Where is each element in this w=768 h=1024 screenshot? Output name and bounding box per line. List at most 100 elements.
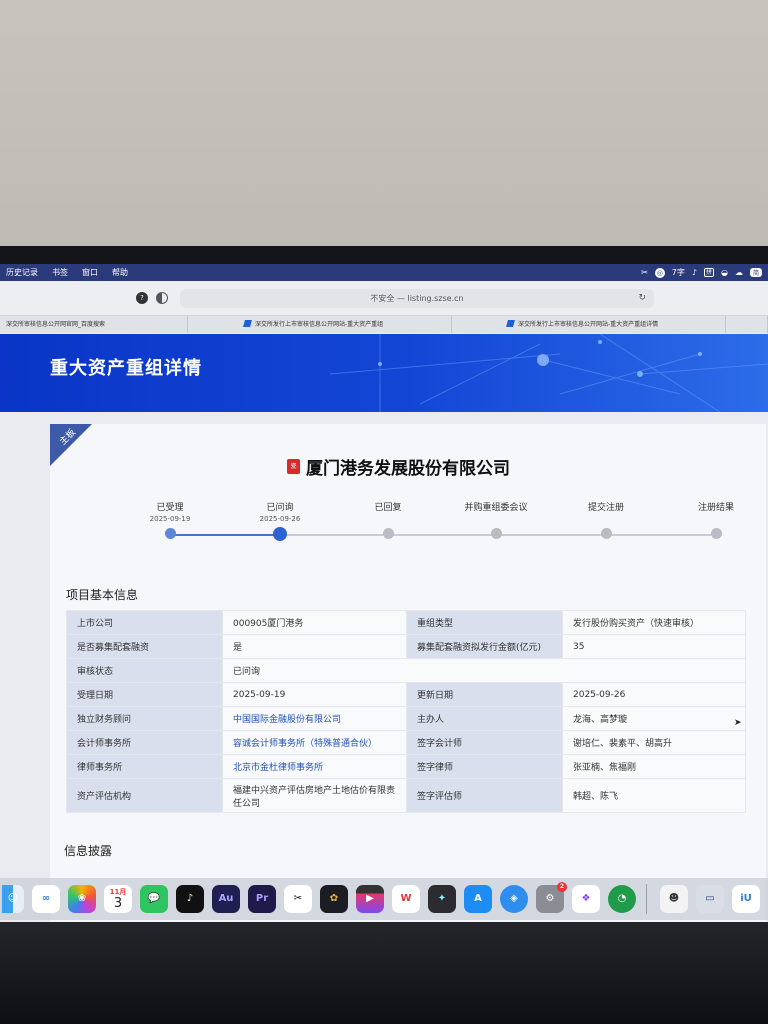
vpn-status-icon[interactable]: ◎ [654, 267, 665, 278]
davinci-icon[interactable]: ✿ [320, 885, 348, 913]
tab-major-reorg-detail[interactable]: 深交所发行上市审核信息公开网站-重大资产重组详情 [452, 316, 726, 333]
language-badge[interactable]: 简 [749, 268, 762, 277]
capcut-icon[interactable]: ✂ [284, 885, 312, 913]
appearance-toggle-icon[interactable] [156, 292, 168, 304]
sponsor-label: 主办人 [406, 706, 563, 731]
iu-icon[interactable]: iU [732, 885, 760, 913]
calendar-day: 3 [113, 896, 123, 911]
progress-steps: 已受理 2025-09-19 已问询 2025-09-26 已回复 并购重组委会… [100, 500, 740, 550]
wechat-icon[interactable]: 💬 [140, 885, 168, 913]
tab-major-reorg[interactable]: 深交所发行上市审核信息公开网站-重大资产重组 [188, 316, 452, 333]
tab-title: 深交所发行上市审核信息公开网站-重大资产重组详情 [518, 321, 659, 328]
step-date: 2025-09-19 [149, 515, 191, 523]
shortcuts-icon[interactable]: ❖ [572, 885, 600, 913]
preview-icon[interactable]: ▭ [696, 885, 724, 913]
monitor-screen: 历史记录 书签 窗口 帮助 ✂ ◎ 7字 ♪ 拼 ◒ ☁ 简 ? 不安全 — l… [0, 264, 768, 924]
accept-date-label: 受理日期 [66, 682, 223, 707]
capcut-status-icon[interactable]: ✂ [641, 268, 648, 277]
avatar-icon[interactable]: ☻ [660, 885, 688, 913]
table-row: 上市公司 000905厦门港务 重组类型 发行股份购买资产（快速审核） [66, 610, 746, 635]
tab-title: 深交所审核信息公开网官网_百度搜索 [6, 321, 106, 328]
reorg-type-label: 重组类型 [406, 610, 563, 635]
company-name: 厦门港务发展股份有限公司 [306, 459, 510, 479]
step-label: 已受理 [156, 503, 184, 513]
safari-icon[interactable]: ◈ [500, 885, 528, 913]
step-committee-meeting[interactable]: 并购重组委会议 [456, 500, 536, 539]
step-date [456, 515, 536, 524]
basic-info-title: 项目基本信息 [66, 588, 139, 602]
listed-company-label: 上市公司 [66, 610, 223, 635]
menu-bar-status: ✂ ◎ 7字 ♪ 拼 ◒ ☁ 简 [641, 267, 768, 278]
step-dot [273, 527, 287, 541]
tab-title: 深交所发行上市审核信息公开网站-重大资产重组 [255, 321, 384, 328]
audition-icon[interactable]: Au [212, 885, 240, 913]
privacy-shield-icon[interactable]: ? [136, 292, 148, 304]
input-count[interactable]: 7字 [672, 267, 685, 278]
appraiser-label: 签字评估师 [406, 778, 563, 813]
accounting-firm-link[interactable]: 容诚会计师事务所（特殊普通合伙） [222, 730, 407, 755]
step-label: 提交注册 [587, 503, 624, 513]
supporting-funds-label: 是否募集配套融资 [66, 634, 223, 659]
lawyer-label: 签字律师 [406, 754, 563, 779]
table-row: 受理日期 2025-09-19 更新日期 2025-09-26 [66, 682, 746, 707]
step-registration-result[interactable]: 注册结果 [676, 500, 756, 539]
premiere-icon[interactable]: Pr [248, 885, 276, 913]
step-label: 并购重组委会议 [464, 503, 528, 513]
mic-icon[interactable]: ♪ [692, 268, 697, 277]
law-firm-link[interactable]: 北京市金杜律师事务所 [222, 754, 407, 779]
dictionary-icon[interactable]: ✦ [428, 885, 456, 913]
basic-info-table: 上市公司 000905厦门港务 重组类型 发行股份购买资产（快速审核） 是否募集… [66, 610, 746, 813]
step-dot [600, 528, 612, 539]
step-dot [710, 528, 722, 539]
advisor-label: 独立财务顾问 [66, 706, 223, 731]
menu-help[interactable]: 帮助 [112, 267, 128, 278]
final-cut-icon[interactable]: ▶ [356, 885, 384, 913]
menu-window[interactable]: 窗口 [82, 267, 98, 278]
app-store-icon[interactable]: A [464, 885, 492, 913]
menu-bookmarks[interactable]: 书签 [52, 267, 68, 278]
company-logo-icon: 瓷 [287, 459, 300, 474]
advisor-link[interactable]: 中国国际金融股份有限公司 [222, 706, 407, 731]
cloud-icon[interactable]: ☁ [735, 268, 743, 277]
appraiser-org-label: 资产评估机构 [66, 778, 223, 813]
wifi-icon[interactable]: ◒ [721, 268, 728, 277]
step-label: 已问询 [266, 503, 294, 513]
review-status-label: 审核状态 [66, 658, 223, 683]
listed-company-value: 000905厦门港务 [222, 610, 407, 635]
tab-bar: 深交所审核信息公开网官网_百度搜索 深交所发行上市审核信息公开网站-重大资产重组… [0, 316, 768, 333]
system-settings-icon[interactable]: ⚙ 2 [536, 882, 567, 913]
step-accepted[interactable]: 已受理 2025-09-19 [130, 500, 210, 539]
table-row: 会计师事务所 容诚会计师事务所（特殊普通合伙） 签字会计师 谢培仁、裴素平、胡高… [66, 730, 746, 755]
page-title: 重大资产重组详情 [50, 358, 202, 379]
input-method-icon[interactable]: 拼 [704, 268, 714, 277]
update-date-value: 2025-09-26 [562, 682, 746, 707]
finder-icon[interactable]: ☺ [2, 885, 24, 913]
tiktok-icon[interactable]: ♪ [176, 885, 204, 913]
tab-baidu-search[interactable]: 深交所审核信息公开网官网_百度搜索 [0, 316, 188, 333]
address-bar[interactable]: 不安全 — listing.szse.cn ↻ [180, 289, 654, 308]
calendar-icon[interactable]: 11月 3 [104, 885, 132, 913]
baidu-netdisk-icon[interactable]: ∞ [32, 885, 60, 913]
url-text: 不安全 — listing.szse.cn [370, 294, 464, 303]
step-submit-registration[interactable]: 提交注册 [566, 500, 646, 539]
table-row: 审核状态 已问询 [66, 658, 746, 683]
step-dot [164, 528, 176, 539]
page-banner: 重大资产重组详情 [0, 334, 768, 412]
accountant-label: 签字会计师 [406, 730, 563, 755]
menu-bar: 历史记录 书签 窗口 帮助 ✂ ◎ 7字 ♪ 拼 ◒ ☁ 简 [0, 264, 768, 281]
raise-amount-value: 35 [562, 634, 746, 659]
green-app-icon[interactable]: ◔ [608, 885, 636, 913]
tab-bar-empty [726, 316, 768, 333]
sponsor-value: 龙海、高梦璇 [562, 706, 746, 731]
table-row: 律师事务所 北京市金杜律师事务所 签字律师 张亚楠、焦福刚 [66, 754, 746, 779]
wps-icon[interactable]: W [392, 885, 420, 913]
step-dot [382, 528, 394, 539]
menu-history[interactable]: 历史记录 [6, 267, 38, 278]
step-replied[interactable]: 已回复 [348, 500, 428, 539]
reload-icon[interactable]: ↻ [638, 289, 646, 308]
photos-icon[interactable]: ❀ [68, 885, 96, 913]
step-inquired[interactable]: 已问询 2025-09-26 [240, 500, 320, 541]
step-label: 已回复 [374, 503, 402, 513]
background-wall [0, 0, 768, 250]
disclosure-title: 信息披露 [64, 844, 113, 858]
